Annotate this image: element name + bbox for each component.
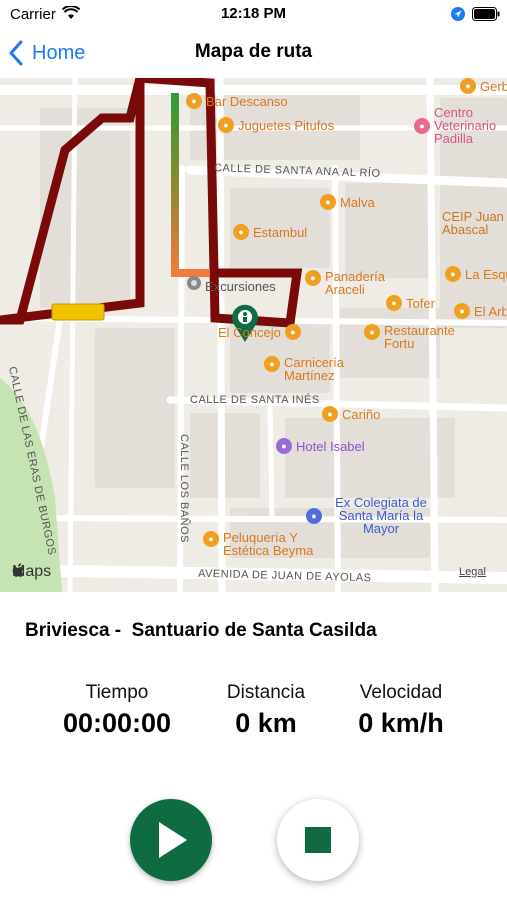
- page-title: Mapa de ruta: [194, 41, 313, 62]
- poi-peluqueria-beyma[interactable]: ● Peluquería Y Estética Beyma: [203, 531, 333, 557]
- scissors-icon: ●: [203, 531, 219, 547]
- poi-centro-veterinario[interactable]: ● Centro Veterinario Padilla: [414, 106, 506, 145]
- restaurant-icon: ●: [284, 324, 301, 340]
- shop-icon: ●: [445, 266, 461, 282]
- poi-el-concejo[interactable]: ● El Concejo: [218, 324, 305, 340]
- bed-icon: ●: [276, 438, 292, 454]
- bakery-icon: ●: [305, 270, 321, 286]
- restaurant-icon: ●: [454, 303, 470, 319]
- play-icon: [159, 822, 187, 858]
- route-name: Briviesca - Santuario de Santa Casilda: [25, 620, 377, 641]
- speed-stat-label: Velocidad: [359, 682, 443, 703]
- bakery-icon: ●: [322, 406, 338, 422]
- speed-stat: Velocidad 0 km/h: [326, 682, 476, 739]
- poi-el-arbol[interactable]: ●El Arbol: [454, 303, 506, 319]
- poi-ceip-juan-abascal[interactable]: CEIP Juan Abascal: [442, 210, 507, 236]
- shop-icon: ●: [460, 78, 476, 94]
- bar-icon: ●: [186, 93, 202, 109]
- poi-bar-descanso[interactable]: ● Bar Descanso: [186, 93, 288, 109]
- distance-stat-value: 0 km: [235, 708, 297, 738]
- time-stat-label: Tiempo: [85, 682, 149, 703]
- time-stat-value: 00:00:00: [62, 708, 172, 738]
- status-time: 12:18 PM: [220, 5, 287, 22]
- speed-stat-value: 0 km/h: [358, 708, 444, 738]
- poi-malva[interactable]: ● Malva: [320, 194, 375, 210]
- play-button[interactable]: [130, 799, 212, 881]
- time-stat: Tiempo 00:00:00: [42, 682, 192, 739]
- poi-estambul[interactable]: ● Estambul: [233, 224, 307, 240]
- paw-icon: ●: [414, 117, 430, 134]
- apple-logo-icon: [12, 563, 24, 577]
- poi-carino[interactable]: ● Cariño: [322, 406, 380, 422]
- location-arrow-icon: [451, 7, 465, 21]
- street-los-banos: CALLE LOS BAÑOS: [178, 434, 190, 543]
- poi-la-esquina[interactable]: ●La Esquina: [445, 266, 507, 282]
- landmark-icon: ●: [306, 507, 322, 524]
- maps-logo: Maps: [12, 563, 51, 581]
- stop-button[interactable]: [277, 799, 359, 881]
- poi-tofer[interactable]: ● Tofer: [386, 295, 435, 311]
- distance-stat-label: Distancia: [226, 682, 306, 703]
- poi-hotel-isabel[interactable]: ● Hotel Isabel: [276, 438, 365, 454]
- stop-icon: [305, 827, 331, 853]
- shop-icon: ●: [218, 117, 234, 133]
- status-bar: Carrier 12:18 PM: [0, 0, 507, 28]
- poi-excursiones[interactable]: Excursiones: [205, 279, 276, 294]
- navigation-bar: Home Mapa de ruta: [0, 28, 507, 78]
- restaurant-icon: ●: [233, 224, 249, 240]
- poi-ex-colegiata[interactable]: ● Ex Colegiata de Santa María la Mayor: [306, 496, 436, 535]
- poi-juguetes-pitufos[interactable]: ● Juguetes Pitufos: [218, 117, 334, 133]
- battery-icon: [472, 7, 500, 21]
- poi-restaurante-fortu[interactable]: ● Restaurante Fortu: [364, 324, 464, 350]
- poi-panaderia-araceli[interactable]: ● Panadería Araceli: [305, 270, 397, 296]
- street-santa-ines: CALLE DE SANTA INÉS: [190, 394, 320, 406]
- restaurant-icon: ●: [386, 295, 402, 311]
- route-map[interactable]: ● Bar Descanso ● Juguetes Pitufos ● Malva ●…: [0, 78, 507, 592]
- shop-icon: ●: [264, 356, 280, 372]
- legal-link[interactable]: Legal: [459, 566, 486, 578]
- poi-gerbo[interactable]: ●Gerbo: [460, 78, 507, 94]
- restaurant-icon: ●: [364, 324, 380, 340]
- distance-stat: Distancia 0 km: [191, 682, 341, 739]
- poi-carniceria-martinez[interactable]: ● Carnicería Martínez: [264, 356, 360, 382]
- shop-icon: ●: [320, 194, 336, 210]
